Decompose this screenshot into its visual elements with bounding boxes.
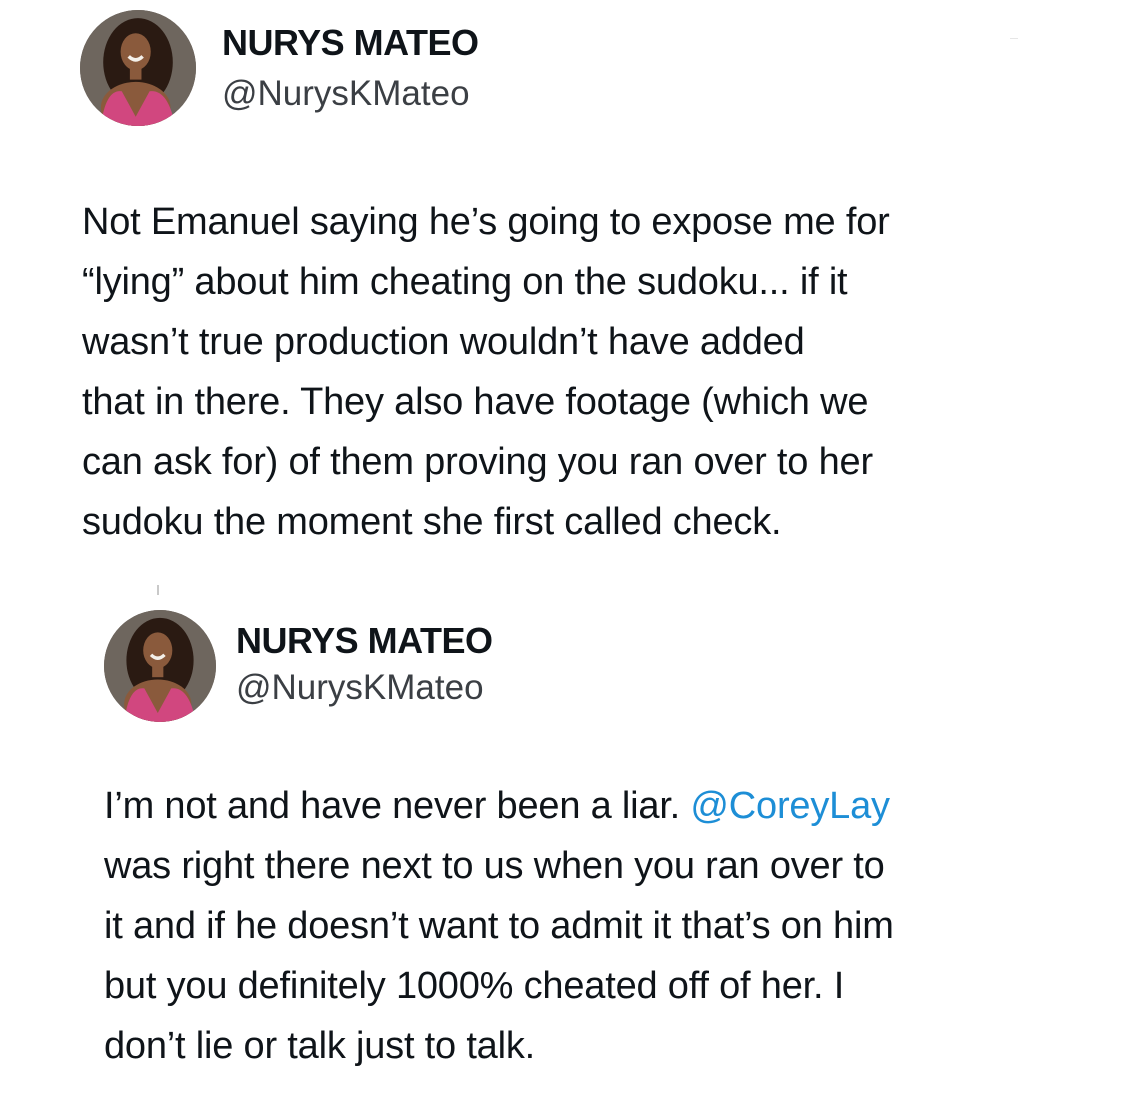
user-handle[interactable]: @NurysKMateo [222, 74, 470, 114]
tweet-line: Not Emanuel saying he’s going to expose … [82, 201, 890, 243]
corner-mark [1010, 38, 1018, 39]
display-name[interactable]: NURYS MATEO [236, 620, 493, 662]
tweet-line: that in there. They also have footage (w… [82, 381, 869, 423]
tweet-text: I’m not and have never been a liar. @Cor… [104, 776, 894, 1076]
tweet-line: it and if he doesn’t want to admit it th… [104, 905, 894, 947]
user-handle[interactable]: @NurysKMateo [236, 668, 484, 708]
tweet-line: don’t lie or talk just to talk. [104, 1025, 536, 1067]
avatar[interactable] [104, 610, 216, 722]
tweet-line: “lying” about him cheating on the sudoku… [82, 261, 848, 303]
mention-link[interactable]: @CoreyLay [690, 785, 890, 827]
tweet-line: but you definitely 1000% cheated off of … [104, 965, 845, 1007]
tweet-line-text: I’m not and have never been a liar. [104, 785, 691, 827]
avatar[interactable] [80, 10, 196, 126]
tweet-line: can ask for) of them proving you ran ove… [82, 441, 873, 483]
tweet-line: sudoku the moment she first called check… [82, 501, 782, 543]
thread-divider [157, 585, 159, 595]
tweet-line: I’m not and have never been a liar. @Cor… [104, 776, 894, 836]
tweet-text: Not Emanuel saying he’s going to expose … [82, 192, 890, 552]
display-name[interactable]: NURYS MATEO [222, 22, 479, 64]
tweet-line: was right there next to us when you ran … [104, 845, 885, 887]
tweet-line: wasn’t true production wouldn’t have add… [82, 321, 805, 363]
profile-photo-icon [104, 610, 216, 722]
profile-photo-icon [80, 10, 196, 126]
